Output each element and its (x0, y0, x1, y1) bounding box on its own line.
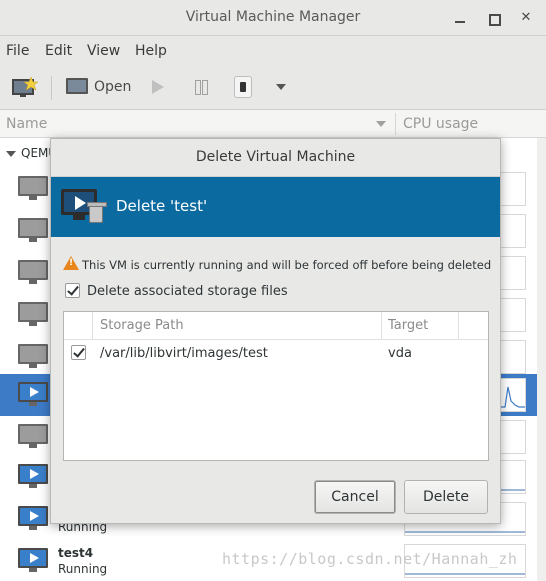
vm-running-icon (18, 464, 48, 488)
monitor-icon (66, 78, 88, 94)
vm-stopped-icon (18, 260, 48, 284)
menubar: File Edit View Help (0, 36, 546, 66)
column-separator (395, 113, 396, 135)
cancel-button[interactable]: Cancel (314, 480, 396, 514)
delete-vm-icon (61, 189, 107, 227)
toolbar: Open (0, 66, 546, 110)
maximize-button[interactable] (484, 9, 502, 27)
delete-vm-dialog: Delete Virtual Machine Delete 'test' Thi… (50, 138, 501, 524)
sort-arrow-icon (376, 121, 386, 127)
vm-stopped-icon (18, 218, 48, 242)
vm-stopped-icon (18, 302, 48, 326)
storage-table-header: Storage Path Target (64, 312, 488, 340)
delete-storage-checkbox[interactable] (65, 283, 80, 298)
vm-list-header: Name CPU usage (0, 110, 546, 138)
vm-running-icon (18, 382, 48, 406)
menu-edit[interactable]: Edit (45, 43, 72, 59)
pause-icon[interactable] (195, 80, 208, 95)
vm-list-scrollbar[interactable] (537, 138, 546, 581)
column-target[interactable]: Target (388, 318, 428, 333)
vm-status: Running (58, 562, 108, 576)
vm-running-icon (18, 548, 48, 572)
watermark: https://blog.csdn.net/Hannah_zh (222, 550, 518, 568)
dialog-banner: Delete 'test' (51, 177, 500, 237)
vm-name: test4 (58, 546, 94, 560)
open-label: Open (94, 79, 132, 95)
minimize-button[interactable] (451, 9, 469, 27)
storage-row-checkbox[interactable] (71, 345, 86, 360)
menu-file[interactable]: File (6, 43, 29, 59)
close-button[interactable]: ✕ (517, 9, 535, 27)
dialog-title: Delete Virtual Machine (195, 149, 356, 165)
column-storage-path[interactable]: Storage Path (100, 318, 184, 333)
new-vm-icon (12, 76, 39, 97)
vm-stopped-icon (18, 344, 48, 368)
menu-view[interactable]: View (87, 43, 120, 59)
vm-running-icon (18, 506, 48, 530)
menu-help[interactable]: Help (135, 43, 167, 59)
dropdown-icon[interactable] (276, 84, 286, 90)
vm-stopped-icon (18, 424, 48, 448)
expand-arrow-icon (6, 151, 16, 157)
run-icon[interactable] (152, 80, 164, 94)
warning-text: This VM is currently running and will be… (82, 258, 492, 272)
dialog-banner-text: Delete 'test' (116, 197, 208, 215)
storage-path: /var/lib/libvirt/images/test (100, 346, 268, 361)
shutdown-icon[interactable] (234, 76, 252, 98)
column-cpu-usage[interactable]: CPU usage (403, 116, 478, 132)
delete-storage-label[interactable]: Delete associated storage files (87, 284, 288, 299)
delete-button[interactable]: Delete (404, 480, 488, 514)
storage-target: vda (388, 346, 412, 361)
vm-stopped-icon (18, 176, 48, 200)
storage-table: Storage Path Target /var/lib/libvirt/ima… (63, 311, 489, 461)
window-titlebar: Virtual Machine Manager ✕ (0, 0, 546, 36)
new-vm-button[interactable] (12, 76, 39, 98)
warning-icon (63, 256, 79, 270)
table-row[interactable]: /var/lib/libvirt/images/test vda (64, 340, 488, 368)
toolbar-separator (51, 76, 52, 100)
dialog-titlebar: Delete Virtual Machine (51, 139, 500, 177)
column-name[interactable]: Name (6, 116, 47, 132)
